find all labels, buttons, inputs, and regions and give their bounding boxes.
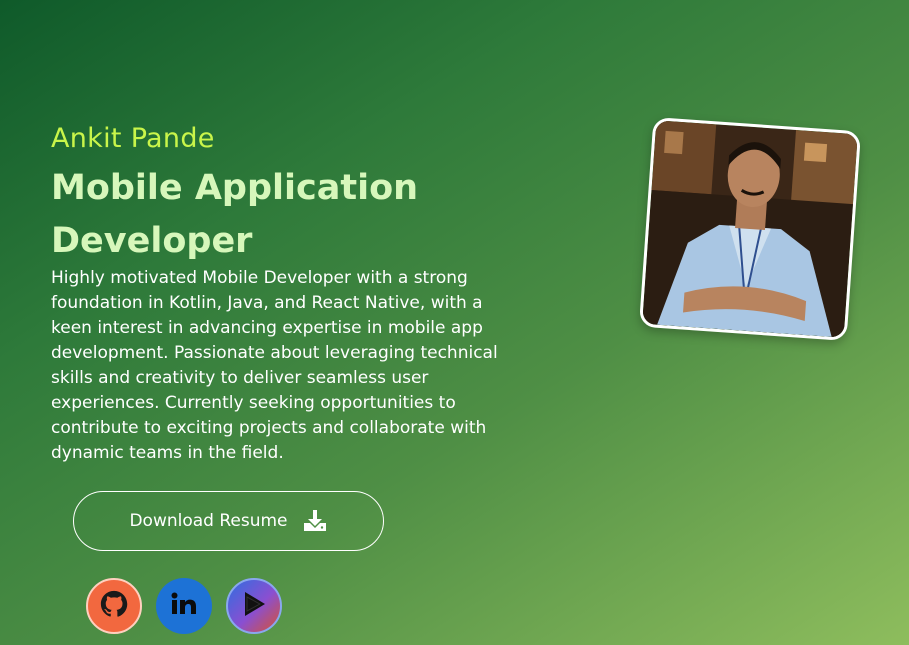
github-link[interactable] <box>86 578 142 634</box>
hero-section: Ankit Pande Mobile Application Developer… <box>0 0 909 645</box>
social-links <box>86 578 282 634</box>
github-icon <box>99 589 129 623</box>
play-store-icon <box>239 589 269 623</box>
profile-photo-image <box>642 120 858 338</box>
profile-title: Mobile Application Developer <box>51 168 419 261</box>
profile-photo <box>638 117 862 341</box>
download-resume-label: Download Resume <box>129 511 288 531</box>
download-resume-button[interactable]: Download Resume <box>73 491 384 551</box>
linkedin-link[interactable] <box>156 578 212 634</box>
download-icon <box>302 508 328 534</box>
linkedin-icon <box>168 588 200 624</box>
profile-description: Highly motivated Mobile Developer with a… <box>51 268 498 463</box>
play-store-link[interactable] <box>226 578 282 634</box>
profile-name: Ankit Pande <box>51 123 215 154</box>
